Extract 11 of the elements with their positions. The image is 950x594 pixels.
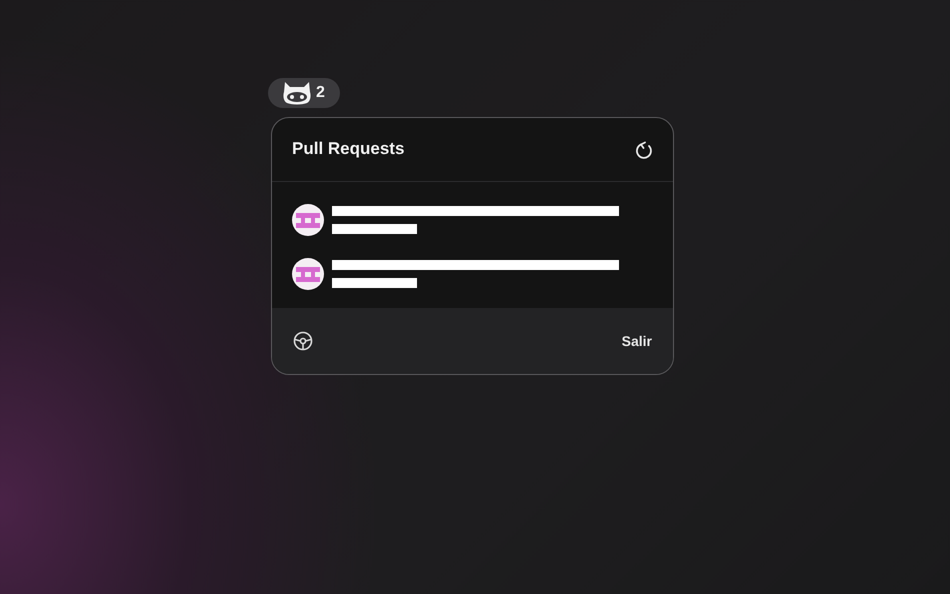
cat-icon: [282, 81, 312, 105]
refresh-icon: [635, 140, 653, 160]
refresh-button[interactable]: [635, 140, 653, 160]
identicon-avatar: [292, 204, 324, 236]
panel-title: Pull Requests: [292, 139, 404, 160]
settings-button[interactable]: [293, 331, 313, 351]
identicon-avatar: [292, 258, 324, 290]
notification-count: 2: [316, 83, 325, 103]
settings-icon: [293, 331, 313, 351]
quit-button[interactable]: Salir: [622, 330, 652, 352]
menu-bar-item[interactable]: 2: [268, 78, 340, 108]
